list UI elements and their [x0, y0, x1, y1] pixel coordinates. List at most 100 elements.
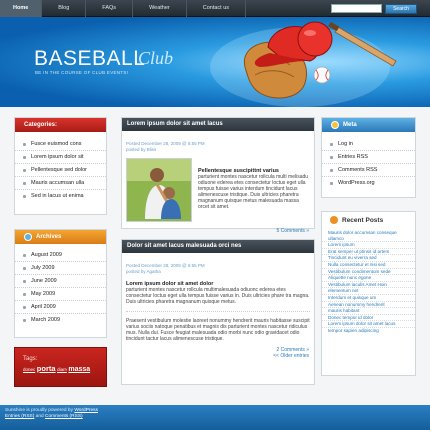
recent-posts-icon [330, 216, 338, 224]
nav-weather[interactable]: Weather [133, 0, 187, 17]
blog-post: Dolor sit amet lacus malesuada orci nes … [121, 239, 315, 385]
archive-item[interactable]: August 2009 [15, 249, 106, 262]
footer-entries-rss-link[interactable]: Entries (RSS) [5, 414, 34, 419]
tag-link[interactable]: massa [68, 366, 90, 373]
bullet-icon [330, 168, 333, 172]
recent-posts-title-label: Recent Posts [342, 216, 384, 224]
bullet-icon [23, 292, 26, 296]
tags-title: Tags: [23, 356, 38, 362]
recent-post-link[interactable]: tempor sapien adipiscing [322, 328, 415, 334]
tag-link[interactable]: porta [37, 364, 56, 373]
meta-label: Comments RSS [338, 166, 378, 173]
post-excerpt: parturient montes nascetur rollcula mult… [198, 174, 309, 210]
archives-icon [24, 233, 32, 241]
blog-post: Lorem ipsum dolor sit amet lacus Posted … [121, 117, 315, 234]
recent-post-link[interactable]: Vestibulum condimentum sede [322, 269, 415, 276]
bullet-icon [23, 155, 26, 159]
nav-faqs[interactable]: FAQs [86, 0, 134, 17]
footer-wordpress-link[interactable]: WordPress [74, 408, 98, 413]
site-header: BASEBALL Club BE IN THE COURSE OF CLUB E… [0, 17, 430, 107]
tags-box: Tags: donec porta diam massa [14, 347, 107, 387]
recent-posts-title: Recent Posts [322, 212, 415, 228]
older-entries-link[interactable]: << Older entries [122, 353, 314, 359]
meta-item[interactable]: Entries RSS [322, 151, 415, 164]
meta-label: WordPress.org [338, 180, 375, 186]
recent-posts-box: Recent Posts Mauris dolor accumsan conse… [321, 211, 416, 376]
archives-title-label: Archives [36, 234, 62, 240]
meta-label: Log in [338, 140, 353, 147]
baseball-equipment-illustration [210, 21, 397, 107]
search-button[interactable]: Search [385, 4, 417, 14]
bullet-icon [330, 155, 333, 159]
recent-post-link[interactable]: Aliquette nunc egone [322, 275, 415, 282]
post-excerpt: parturient montes nascetur rollcula mult… [126, 287, 310, 305]
bullet-icon [330, 142, 333, 146]
bullet-icon [23, 195, 26, 198]
meta-label: Entries RSS [338, 153, 368, 160]
recent-post-link[interactable]: Interdum et quisque um [322, 295, 415, 302]
category-item[interactable]: Mauris accumsan ulla [15, 177, 106, 190]
recent-post-link[interactable]: Vestibulum iaculis Amet Hoin [322, 282, 415, 289]
footer-powered-text: Sunshine is proudly powered by [5, 408, 73, 413]
meta-icon [331, 121, 339, 129]
bullet-icon [23, 279, 26, 283]
archive-label: July 2009 [31, 264, 55, 271]
recent-post-link[interactable]: mauris habitant [322, 308, 415, 315]
footer-comments-rss-link[interactable]: Comments (RSS) [45, 414, 83, 419]
tag-link[interactable]: donec [23, 367, 35, 372]
archive-item[interactable]: May 2009 [15, 288, 106, 301]
archives-box: Archives August 2009 July 2009 June 2009… [14, 229, 107, 338]
category-item[interactable]: Fusce euismod cons [15, 138, 106, 151]
bullet-icon [23, 319, 26, 322]
meta-item[interactable]: Log in [322, 138, 415, 151]
recent-post-link[interactable]: Donec tempor id dolor [322, 315, 415, 322]
category-label: Sed in lacus ut enima [31, 193, 84, 199]
meta-item[interactable]: WordPress.org [322, 177, 415, 190]
meta-item[interactable]: Comments RSS [322, 164, 415, 177]
post-title[interactable]: Dolor sit amet lacus malesuada orci nes [122, 240, 314, 253]
bullet-icon [23, 253, 26, 257]
recent-post-link[interactable]: Erat semper ut ptinsit id artem [322, 249, 415, 256]
recent-post-link[interactable]: Lorem ipsum dolor sit amet lacus [322, 321, 415, 328]
archive-item[interactable]: March 2009 [15, 314, 106, 327]
archive-label: August 2009 [31, 251, 62, 258]
recent-post-link[interactable]: Mauris dolor accumsan conseque ullamco [322, 230, 415, 243]
site-title[interactable]: BASEBALL [34, 47, 145, 71]
archive-label: June 2009 [31, 277, 57, 284]
archive-label: April 2009 [31, 303, 56, 310]
post-divider [126, 311, 310, 312]
bullet-icon [330, 182, 333, 185]
recent-post-link[interactable]: elementum net [322, 288, 415, 295]
bullet-icon [23, 142, 26, 146]
recent-post-link[interactable]: Lorem ipsum [322, 242, 415, 249]
search-input[interactable] [331, 4, 382, 13]
nav-home[interactable]: Home [0, 0, 43, 17]
meta-title-label: Meta [343, 122, 357, 128]
category-item[interactable]: Lorem ipsum dolor sit [15, 151, 106, 164]
archive-label: March 2009 [31, 317, 61, 323]
comments-link[interactable]: 5 Comments » [122, 228, 314, 234]
site-slogan: BE IN THE COURSE OF CLUB EVENTS! [35, 70, 129, 75]
nav-blog[interactable]: Blog [42, 0, 87, 17]
main-nav: Home Blog FAQs Weather Contact us [0, 0, 247, 17]
recent-post-link[interactable]: Aenean nonummy hendrerit [322, 302, 415, 309]
category-label: Lorem ipsum dolor sit [31, 153, 84, 160]
archive-item[interactable]: July 2009 [15, 262, 106, 275]
category-item[interactable]: Pellentesque sed dolor [15, 164, 106, 177]
categories-box: Categories: Fusce euismod cons Lorem ips… [14, 117, 107, 215]
category-label: Fusce euismod cons [31, 140, 82, 147]
recent-post-link[interactable]: Tincidunt eu viverra sed [322, 255, 415, 262]
top-navigation-bar: Home Blog FAQs Weather Contact us Search [0, 0, 430, 17]
meta-box: Meta Log in Entries RSS Comments RSS Wor… [321, 117, 416, 198]
archive-item[interactable]: June 2009 [15, 275, 106, 288]
tag-link[interactable]: diam [57, 367, 67, 372]
archive-item[interactable]: April 2009 [15, 301, 106, 314]
recent-post-link[interactable]: Nulla consectetur et nisi sed [322, 262, 415, 269]
nav-contact[interactable]: Contact us [187, 0, 247, 17]
footer-and-text: and [35, 414, 44, 419]
site-footer: Sunshine is proudly powered by WordPress… [0, 405, 430, 430]
post-title[interactable]: Lorem ipsum dolor sit amet lacus [122, 118, 314, 131]
post-photo [126, 158, 192, 222]
category-item[interactable]: Sed in lacus ut enima [15, 190, 106, 203]
meta-title: Meta [322, 118, 415, 132]
